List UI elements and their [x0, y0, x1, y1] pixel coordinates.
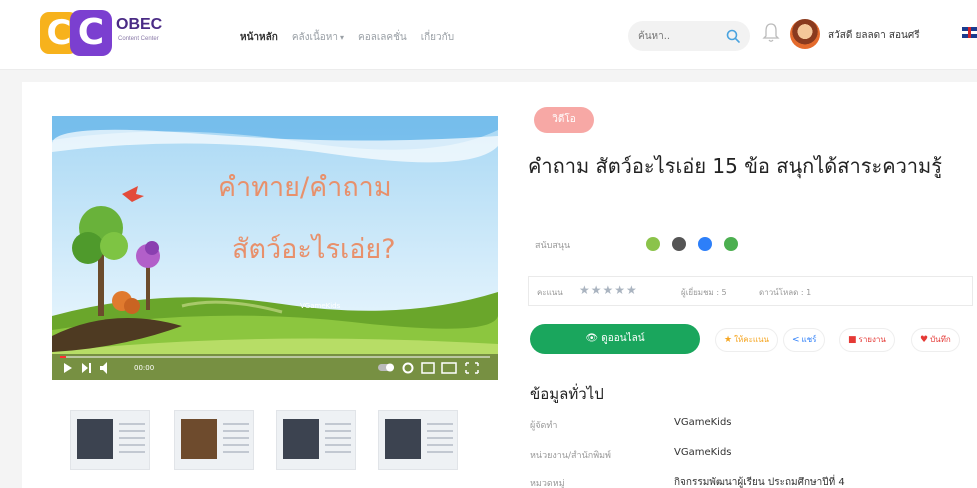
uk-flag-icon[interactable] [962, 27, 977, 38]
eye-icon: 👁 [585, 333, 599, 344]
thumbnail-3[interactable] [276, 410, 356, 470]
android-icon [646, 237, 660, 251]
info-label-category: หมวดหมู่ [530, 479, 565, 488]
report-button[interactable]: ■ รายงาน [840, 329, 894, 351]
rate-button[interactable]: ★ ให้คะแนน [716, 329, 777, 351]
support-label: สนับสนุน [535, 241, 571, 251]
chevron-down-icon: ▾ [340, 33, 345, 42]
user-name[interactable]: สวัสดี ยลลดา สอนศรี [828, 28, 920, 43]
info-value-category[interactable]: กิจกรรมพัฒนาผู้เรียน ประถมศึกษาปีที่ 4 [674, 475, 845, 488]
thumbnail-image [283, 419, 319, 459]
general-info-heading: ข้อมูลทั่วไป [530, 385, 604, 403]
video-title-line-2: สัตว์อะไรเอ่ย? [232, 234, 396, 265]
avatar[interactable] [790, 19, 820, 49]
thumbnail-4[interactable] [378, 410, 458, 470]
viewer-count: ผู้เยี่ยมชม : 5 [681, 288, 727, 297]
info-value-creator: VGameKids [674, 417, 732, 428]
web-icon [724, 237, 738, 251]
logo-mark-c2: C [70, 10, 112, 56]
share-icon: < [792, 335, 800, 345]
rating-label: คะแนน [537, 288, 563, 297]
logo-subtitle: Content Center [118, 36, 159, 42]
info-value-publisher: VGameKids [674, 447, 732, 458]
video-brand: VGameKids [300, 302, 341, 310]
thumbnail-image [181, 419, 217, 459]
nav-home[interactable]: หน้าหลัก [240, 30, 278, 45]
thumbnail-image [77, 419, 113, 459]
video-title-line-1: คำทาย/คำถาม [218, 172, 392, 203]
nav-content-library[interactable]: คลังเนื้อหา ▾ [292, 30, 344, 45]
rate-label: ให้คะแนน [734, 335, 769, 344]
site-logo[interactable]: C C OBEC Content Center [40, 10, 175, 62]
main-nav: หน้าหลัก คลังเนื้อหา ▾ คอลเลคชั่น เกี่ยวก… [240, 30, 454, 45]
stats-row: คะแนน ★★★★★ ผู้เยี่ยมชม : 5 ดาวน์โหลด : … [528, 276, 973, 306]
thumbnail-1[interactable] [70, 410, 150, 470]
favorite-label: บันทึก [930, 335, 951, 344]
search-icon[interactable] [725, 28, 741, 44]
share-button[interactable]: < แชร์ [784, 329, 825, 351]
media-type-badge: วิดีโอ [534, 107, 594, 133]
rating-stars[interactable]: ★★★★★ [579, 283, 638, 297]
nav-collections[interactable]: คอลเลคชั่น [358, 30, 407, 45]
search-box[interactable] [628, 21, 750, 51]
info-label-creator: ผู้จัดทำ [530, 421, 558, 431]
star-icon: ★ [724, 335, 733, 345]
logo-word: OBEC [116, 16, 163, 33]
top-header: C C OBEC Content Center หน้าหลัก คลังเนื… [0, 0, 977, 70]
search-input[interactable] [638, 28, 718, 44]
thumbnail-image [385, 419, 421, 459]
thumbnail-strip [70, 410, 490, 472]
heart-icon: ♥ [920, 335, 929, 345]
report-label: รายงาน [858, 335, 886, 344]
download-count: ดาวน์โหลด : 1 [759, 288, 812, 297]
share-label: แชร์ [801, 335, 817, 344]
content-title: คำถาม สัตว์อะไรเอ่ย 15 ข้อ สนุกได้สาระคว… [528, 154, 942, 178]
nav-content-library-label: คลังเนื้อหา [291, 32, 338, 43]
video-timestamp: 00:00 [134, 364, 155, 372]
view-online-label: ดูออนไลน์ [601, 333, 645, 344]
windows-icon [698, 237, 712, 251]
favorite-button[interactable]: ♥ บันทึก [912, 329, 959, 351]
nav-about[interactable]: เกี่ยวกับ [421, 30, 454, 45]
thumbnail-2[interactable] [174, 410, 254, 470]
flag-icon: ■ [848, 335, 857, 345]
apple-icon [672, 237, 686, 251]
bell-icon[interactable] [762, 22, 780, 44]
view-online-button[interactable]: 👁 ดูออนไลน์ [530, 324, 700, 354]
info-label-publisher: หน่วยงาน/สำนักพิมพ์ [530, 451, 611, 461]
